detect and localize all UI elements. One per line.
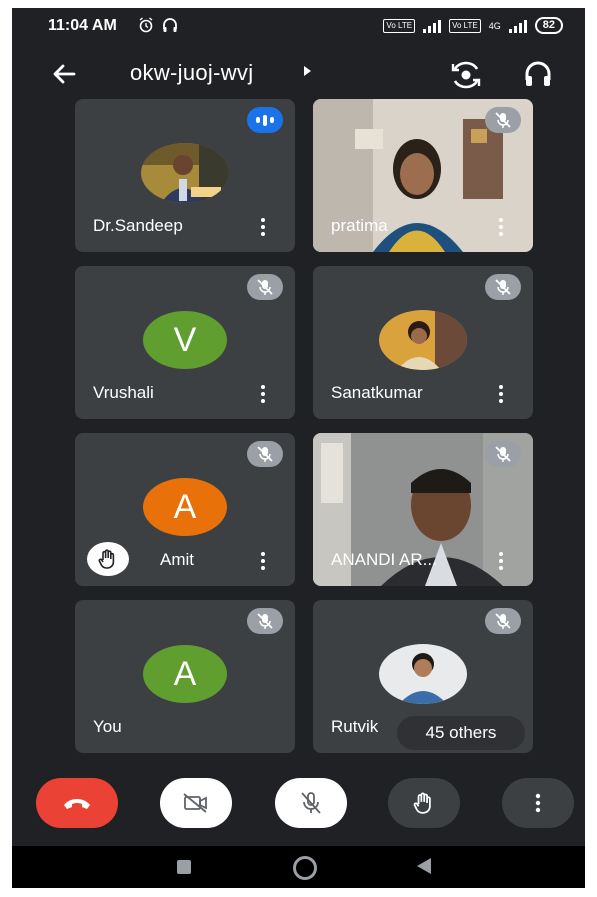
avatar: V	[143, 311, 227, 369]
avatar: A	[143, 645, 227, 703]
more-vertical-icon[interactable]	[259, 216, 267, 238]
network-type: 4G	[488, 20, 501, 31]
participant-name: Sanatkumar	[331, 383, 423, 402]
switch-camera-icon[interactable]	[449, 58, 483, 92]
meeting-code[interactable]: okw-juoj-wvj	[130, 60, 253, 86]
others-count-pill[interactable]: 45 others	[397, 716, 525, 750]
participant-name: Dr.Sandeep	[93, 216, 183, 235]
mic-off-icon	[485, 107, 521, 133]
call-controls	[12, 776, 585, 838]
headset-status-icon	[163, 18, 177, 32]
meeting-header: okw-juoj-wvj	[12, 44, 585, 100]
raised-hand-icon	[87, 542, 129, 576]
phone-hangup-icon	[64, 799, 90, 809]
participant-tile-dr-sandeep[interactable]: Dr.Sandeep	[75, 99, 295, 252]
mic-off-icon	[247, 608, 283, 634]
back-triangle-icon[interactable]	[417, 858, 431, 874]
mic-off-icon	[485, 608, 521, 634]
mic-off-icon	[485, 441, 521, 467]
home-icon[interactable]	[293, 856, 317, 880]
participant-tile-sanatkumar[interactable]: Sanatkumar	[313, 266, 533, 419]
avatar	[379, 310, 467, 370]
speaking-indicator-icon	[247, 107, 283, 133]
more-options-button[interactable]	[502, 778, 574, 828]
participant-tile-vrushali[interactable]: V Vrushali	[75, 266, 295, 419]
status-bar: 11:04 AM Vo LTE Vo LTE 4G 82	[12, 8, 585, 42]
participant-name: Vrushali	[93, 383, 154, 402]
mic-off-icon	[301, 792, 321, 814]
participant-name: ANANDI AR...	[331, 550, 437, 569]
mic-off-icon	[247, 441, 283, 467]
battery-icon: 82	[534, 17, 563, 34]
participant-tile-amit[interactable]: A Amit	[75, 433, 295, 586]
alarm-icon	[139, 17, 153, 33]
camera-toggle-button[interactable]	[160, 778, 232, 828]
signal-icon-2	[508, 19, 527, 33]
mic-off-icon	[485, 274, 521, 300]
participant-name: pratima	[331, 216, 388, 235]
headphones-icon[interactable]	[522, 58, 554, 90]
more-vertical-icon	[535, 793, 541, 813]
more-vertical-icon[interactable]	[497, 383, 505, 405]
more-vertical-icon[interactable]	[259, 383, 267, 405]
participant-name: Rutvik	[331, 717, 379, 736]
volte-icon-2: Vo LTE	[449, 18, 481, 33]
participant-name: You	[93, 717, 122, 736]
participant-tile-anandi[interactable]: ANANDI AR...	[313, 433, 533, 586]
more-vertical-icon[interactable]	[497, 216, 505, 238]
avatar	[141, 143, 229, 203]
participant-tile-you[interactable]: A You	[75, 600, 295, 753]
more-vertical-icon[interactable]	[497, 550, 505, 572]
back-arrow-icon[interactable]	[48, 58, 80, 90]
mic-off-icon	[247, 274, 283, 300]
participant-tile-pratima[interactable]: pratima	[313, 99, 533, 252]
status-time: 11:04 AM	[48, 17, 117, 34]
avatar: A	[143, 478, 227, 536]
volte-icon: Vo LTE	[383, 18, 416, 33]
raise-hand-icon	[413, 792, 431, 814]
mic-toggle-button[interactable]	[275, 778, 347, 828]
meet-screen: 11:04 AM Vo LTE Vo LTE 4G 82 okw-juoj-wv…	[12, 8, 585, 888]
participant-name: Amit	[160, 550, 194, 569]
more-vertical-icon[interactable]	[259, 550, 267, 572]
end-call-button[interactable]	[36, 778, 118, 828]
avatar	[379, 644, 467, 704]
signal-icon	[423, 19, 442, 33]
caret-right-icon[interactable]	[304, 66, 311, 76]
camera-off-icon	[183, 793, 207, 813]
recents-icon[interactable]	[177, 860, 191, 874]
raise-hand-button[interactable]	[388, 778, 460, 828]
system-nav-bar	[12, 846, 585, 888]
